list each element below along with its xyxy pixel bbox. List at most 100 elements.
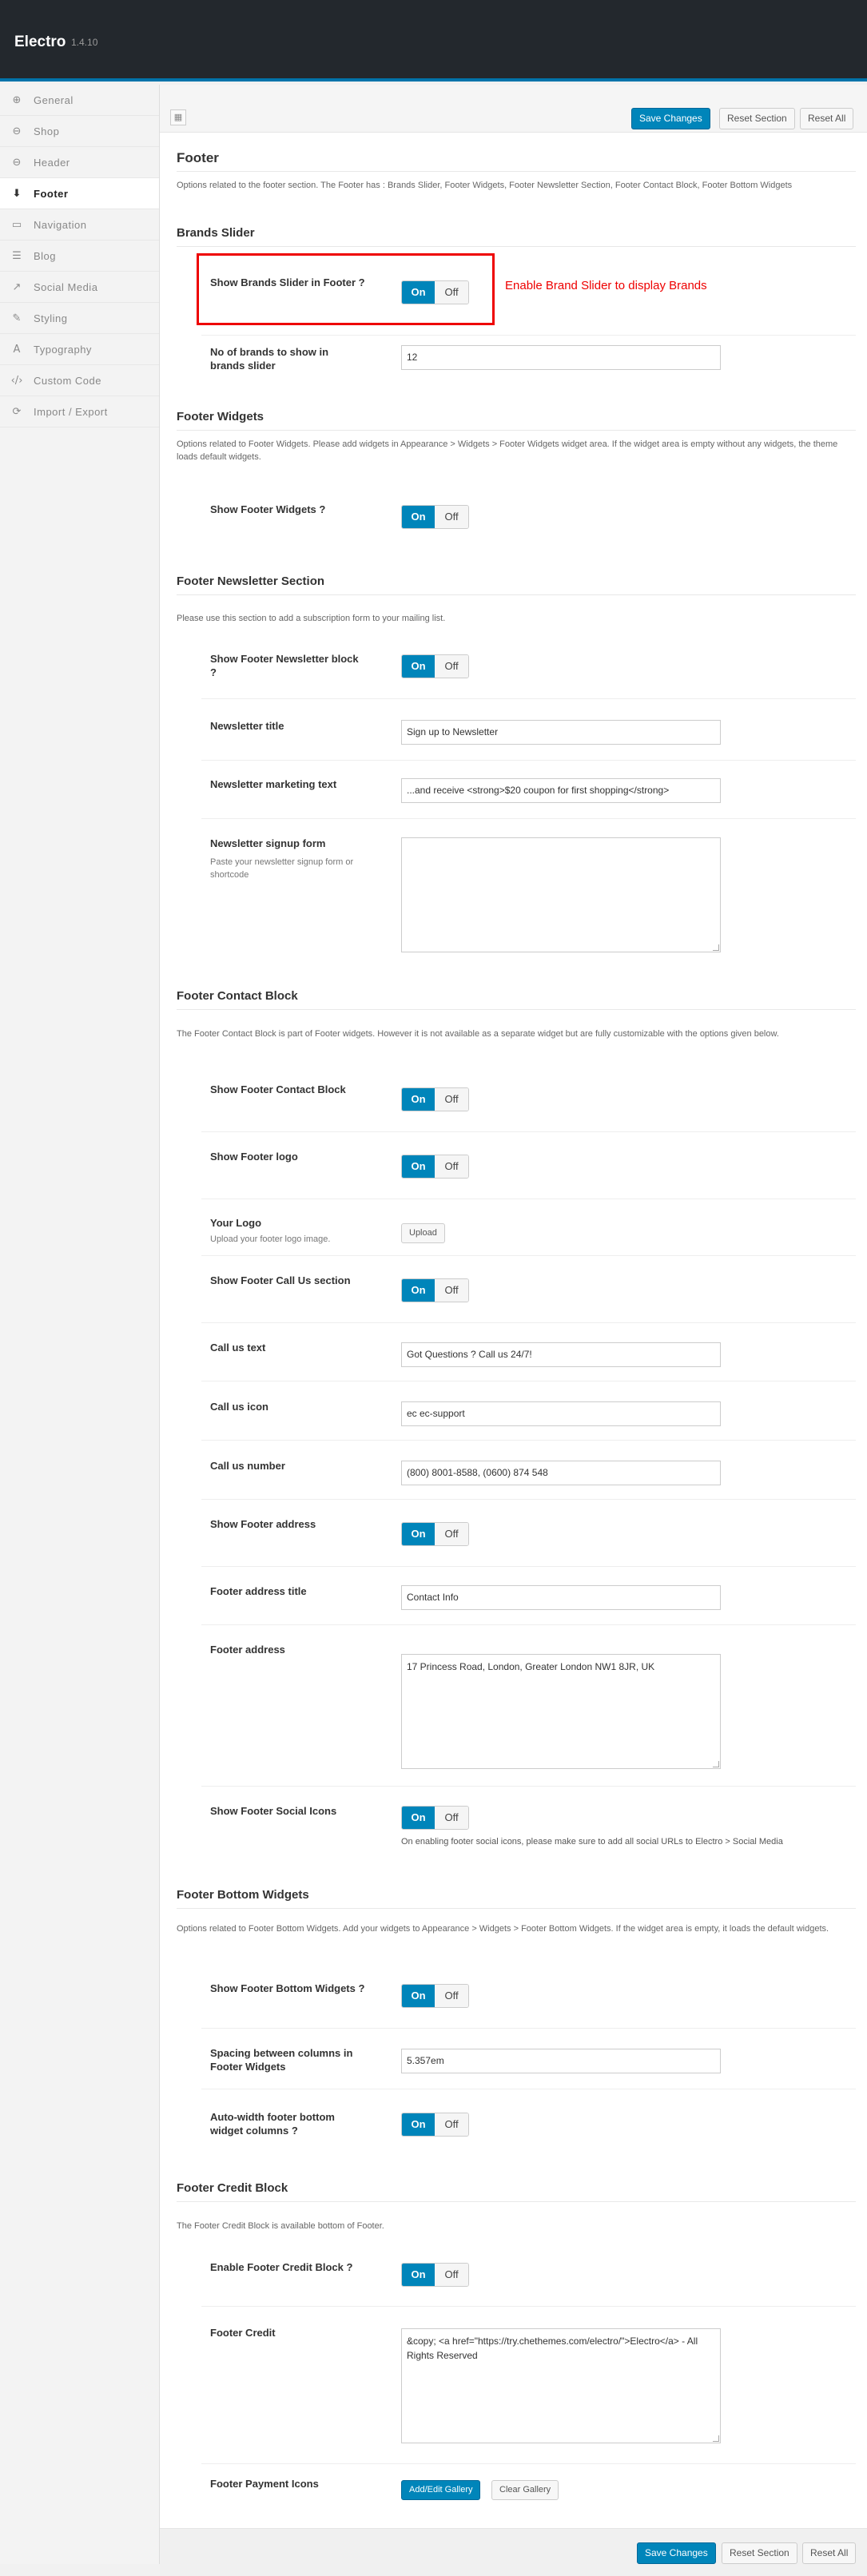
show-brands-toggle[interactable]: On Off bbox=[401, 280, 469, 304]
toggle-off[interactable]: Off bbox=[435, 281, 468, 304]
section-title-credit: Footer Credit Block bbox=[177, 2181, 288, 2195]
options-panel: ▦ Save Changes Reset Section Reset All F… bbox=[160, 85, 867, 2576]
newsletter-marketing-input[interactable]: ...and receive <strong>$20 coupon for fi… bbox=[401, 778, 721, 803]
show-widgets-toggle[interactable]: On Off bbox=[401, 505, 469, 529]
show-social-toggle[interactable]: On Off bbox=[401, 1806, 469, 1830]
row-divider bbox=[201, 1440, 856, 1441]
admin-header: Electro 1.4.10 bbox=[0, 0, 867, 81]
toggle-on[interactable]: On bbox=[402, 281, 435, 304]
sidebar-item-footer[interactable]: ⬇ Footer bbox=[0, 178, 159, 209]
auto-width-toggle[interactable]: On Off bbox=[401, 2113, 469, 2137]
reset-all-button-bottom[interactable]: Reset All bbox=[802, 2542, 857, 2564]
sidebar-item-shop[interactable]: ⊖ Shop bbox=[0, 116, 159, 147]
show-newsletter-toggle[interactable]: On Off bbox=[401, 654, 469, 678]
save-changes-button[interactable]: Save Changes bbox=[631, 108, 710, 129]
address-title-input[interactable]: Contact Info bbox=[401, 1585, 721, 1610]
resize-handle-icon[interactable] bbox=[713, 944, 719, 951]
row-divider bbox=[201, 2306, 856, 2307]
section-description-contact: The Footer Contact Block is part of Foot… bbox=[177, 1029, 779, 1039]
newsletter-form-textarea[interactable] bbox=[401, 837, 721, 952]
toggle-on[interactable]: On bbox=[402, 655, 435, 678]
toggle-off[interactable]: Off bbox=[435, 1155, 468, 1178]
toggle-on[interactable]: On bbox=[402, 2264, 435, 2286]
section-title-contact: Footer Contact Block bbox=[177, 989, 298, 1003]
toggle-off[interactable]: Off bbox=[435, 1279, 468, 1302]
expand-options-icon[interactable]: ▦ bbox=[170, 109, 186, 125]
reset-section-button[interactable]: Reset Section bbox=[719, 108, 795, 129]
call-icon-input[interactable]: ec ec-support bbox=[401, 1401, 721, 1426]
auto-width-label: Auto-width footer bottom widget columns … bbox=[210, 2111, 335, 2137]
footer-credit-textarea[interactable]: &copy; <a href="https://try.chethemes.co… bbox=[401, 2328, 721, 2443]
sidebar-item-blog[interactable]: ☰ Blog bbox=[0, 241, 159, 272]
clear-gallery-button[interactable]: Clear Gallery bbox=[491, 2480, 559, 2500]
header-icon: ⊖ bbox=[12, 156, 22, 169]
address-textarea[interactable]: 17 Princess Road, London, Greater London… bbox=[401, 1654, 721, 1769]
address-title-label: Footer address title bbox=[210, 1585, 307, 1597]
sidebar: ⊕ General ⊖ Shop ⊖ Header ⬇ Footer ▭ Navigati… bbox=[0, 85, 160, 2564]
sidebar-item-label: Shop bbox=[34, 125, 60, 137]
divider bbox=[177, 1908, 856, 1909]
address-label: Footer address bbox=[210, 1644, 285, 1656]
sidebar-item-label: Header bbox=[34, 156, 70, 169]
toggle-off[interactable]: Off bbox=[435, 1088, 468, 1111]
show-logo-toggle[interactable]: On Off bbox=[401, 1155, 469, 1179]
call-number-input[interactable]: (800) 8001-8588, (0600) 874 548 bbox=[401, 1461, 721, 1485]
show-bottom-widgets-toggle[interactable]: On Off bbox=[401, 1984, 469, 2008]
newsletter-form-label: Newsletter signup form bbox=[210, 837, 326, 849]
app-title: Electro bbox=[14, 34, 66, 50]
toggle-off[interactable]: Off bbox=[435, 506, 468, 528]
show-callus-toggle[interactable]: On Off bbox=[401, 1278, 469, 1302]
sidebar-item-styling[interactable]: ✎ Styling bbox=[0, 303, 159, 334]
toggle-on[interactable]: On bbox=[402, 1155, 435, 1178]
upload-logo-button[interactable]: Upload bbox=[401, 1223, 445, 1243]
row-divider bbox=[201, 1131, 856, 1132]
section-description-widgets: Options related to Footer Widgets. Pleas… bbox=[177, 439, 838, 462]
toggle-off[interactable]: Off bbox=[435, 1807, 468, 1829]
sidebar-item-typography[interactable]: A Typography bbox=[0, 334, 159, 365]
toggle-on[interactable]: On bbox=[402, 1807, 435, 1829]
toggle-on[interactable]: On bbox=[402, 1279, 435, 1302]
toggle-on[interactable]: On bbox=[402, 1088, 435, 1111]
resize-handle-icon[interactable] bbox=[713, 2435, 719, 2442]
section-title-footer: Footer bbox=[177, 150, 219, 165]
sidebar-item-header[interactable]: ⊖ Header bbox=[0, 147, 159, 178]
call-number-label: Call us number bbox=[210, 1460, 285, 1472]
toggle-off[interactable]: Off bbox=[435, 655, 468, 678]
resize-handle-icon[interactable] bbox=[713, 1761, 719, 1767]
enable-credit-toggle[interactable]: On Off bbox=[401, 2263, 469, 2287]
sidebar-item-navigation[interactable]: ▭ Navigation bbox=[0, 209, 159, 241]
toggle-off[interactable]: Off bbox=[435, 2264, 468, 2286]
toggle-on[interactable]: On bbox=[402, 1523, 435, 1545]
show-address-toggle[interactable]: On Off bbox=[401, 1522, 469, 1546]
row-divider bbox=[201, 2028, 856, 2029]
show-callus-label: Show Footer Call Us section bbox=[210, 1274, 351, 1286]
reset-section-button-bottom[interactable]: Reset Section bbox=[722, 2542, 797, 2564]
spacing-input[interactable]: 5.357em bbox=[401, 2049, 721, 2073]
brands-count-input[interactable]: 12 bbox=[401, 345, 721, 370]
row-divider bbox=[201, 1566, 856, 1567]
newsletter-title-input[interactable]: Sign up to Newsletter bbox=[401, 720, 721, 745]
show-contact-toggle[interactable]: On Off bbox=[401, 1087, 469, 1111]
address-value: 17 Princess Road, London, Greater London… bbox=[407, 1661, 655, 1672]
sidebar-item-general[interactable]: ⊕ General bbox=[0, 85, 159, 116]
toggle-on[interactable]: On bbox=[402, 1985, 435, 2007]
row-divider bbox=[201, 335, 856, 336]
save-changes-button-bottom[interactable]: Save Changes bbox=[637, 2542, 716, 2564]
reset-all-button[interactable]: Reset All bbox=[800, 108, 854, 129]
row-divider bbox=[201, 1322, 856, 1323]
add-edit-gallery-button[interactable]: Add/Edit Gallery bbox=[401, 2480, 481, 2500]
call-text-input[interactable]: Got Questions ? Call us 24/7! bbox=[401, 1342, 721, 1367]
sidebar-item-label: Typography bbox=[34, 343, 92, 356]
toggle-on[interactable]: On bbox=[402, 2113, 435, 2136]
sidebar-item-social-media[interactable]: ↗ Social Media bbox=[0, 272, 159, 303]
divider bbox=[177, 430, 856, 431]
row-divider bbox=[201, 1624, 856, 1625]
toggle-on[interactable]: On bbox=[402, 506, 435, 528]
sidebar-item-import-export[interactable]: ⟳ Import / Export bbox=[0, 396, 159, 427]
newsletter-title-label: Newsletter title bbox=[210, 720, 284, 732]
call-text-label: Call us text bbox=[210, 1342, 266, 1354]
toggle-off[interactable]: Off bbox=[435, 1985, 468, 2007]
sidebar-item-custom-code[interactable]: ‹/› Custom Code bbox=[0, 365, 159, 396]
toggle-off[interactable]: Off bbox=[435, 2113, 468, 2136]
toggle-off[interactable]: Off bbox=[435, 1523, 468, 1545]
